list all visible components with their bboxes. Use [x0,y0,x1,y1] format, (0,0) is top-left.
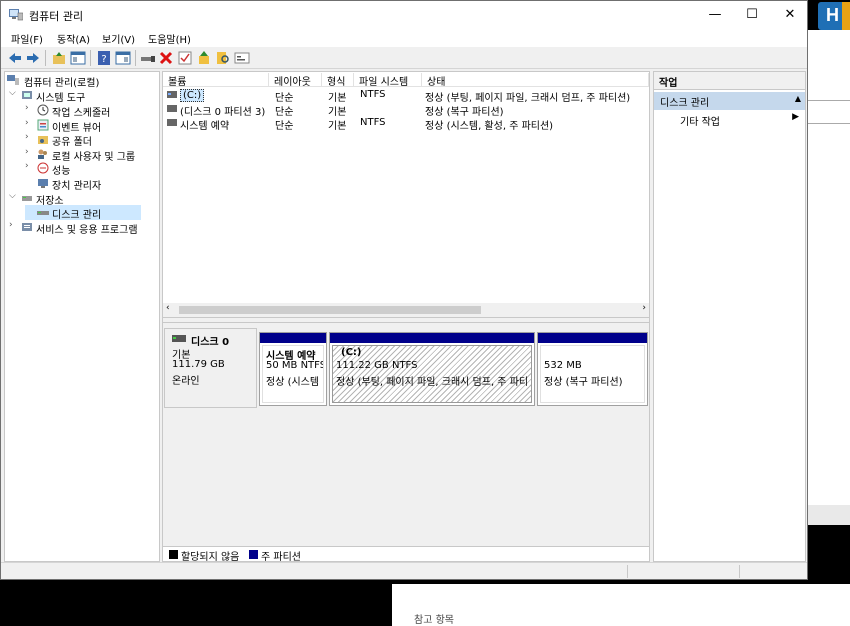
back-icon[interactable] [7,50,23,66]
volume-list-header: 볼륨 레이아웃 형식 파일 시스템 상태 [163,72,649,88]
disk-icon [172,335,186,342]
chevron-down-icon[interactable]: ⌵ [9,191,19,201]
partition-cap [260,333,326,343]
actions-pane: 작업 디스크 관리 ▲ 기타 작업 ▶ [653,71,806,562]
chevron-right-icon[interactable]: › [25,118,35,128]
legend-primary-label: 주 파티션 [261,552,301,563]
column-layout[interactable]: 레이아웃 [269,73,322,88]
window-title: 컴퓨터 관리 [29,10,84,23]
column-volume[interactable]: 볼륨 [163,73,269,88]
menu-help[interactable]: 도움말(H) [148,31,191,46]
partition-cap [538,333,647,343]
users-icon [38,149,47,159]
volume-row[interactable]: 시스템 예약 단순 기본 NTFS 정상 (시스템, 활성, 주 파티션) [163,116,649,132]
partition-cap [330,333,534,343]
actions-header: 작업 [654,72,805,90]
volume-row[interactable]: (디스크 0 파티션 3) 단순 기본 정상 (복구 파티션) [163,102,649,118]
toolbar: ? [1,47,807,69]
background-panel [808,505,850,525]
tools-icon [22,91,32,99]
disk-state: 온라인 [172,376,200,387]
computer-management-icon [7,75,19,85]
disk-label[interactable]: 디스크 0 기본 111.79 GB 온라인 [164,328,257,408]
close-button[interactable]: ✕ [770,1,810,29]
help-icon[interactable]: ? [96,50,112,66]
volume-icon [167,119,177,126]
scroll-right-icon[interactable]: › [642,303,646,313]
computer-management-icon [9,9,23,21]
navigation-tree: 컴퓨터 관리(로컬) ⌵ 시스템 도구 › 작업 스케줄러 › 이벤트 뷰어 ›… [4,71,160,562]
disk-management-pane: 볼륨 레이아웃 형식 파일 시스템 상태 (C:) 단순 기본 NTFS 정상 … [162,71,650,563]
legend-unallocated-swatch [169,550,178,559]
show-tree-icon[interactable] [70,50,86,66]
partition-system-reserved[interactable]: 시스템 예약 50 MB NTFS 정상 (시스템 [259,332,327,406]
background-dark-area [0,580,392,626]
menu-action[interactable]: 동작(A) [57,31,90,46]
horizontal-scrollbar[interactable]: ‹ › [163,303,649,317]
console-icon[interactable] [115,50,131,66]
check-icon[interactable] [177,50,193,66]
event-viewer-icon [37,119,49,131]
disk-size: 111.79 GB [172,359,225,370]
disk-graph-area: 디스크 0 기본 111.79 GB 온라인 시스템 예약 50 MB NTFS… [163,323,649,548]
maximize-button[interactable]: ☐ [732,1,772,29]
chevron-right-icon[interactable]: › [25,147,35,157]
up-folder-icon[interactable] [51,50,67,66]
scrollbar-thumb[interactable] [179,306,481,314]
background-bottom-window [392,584,850,626]
disk-icon [37,211,49,215]
forward-icon[interactable] [25,50,41,66]
device-manager-icon [38,179,48,188]
actions-section-disk-management[interactable]: 디스크 관리 ▲ [654,92,805,110]
legend-primary-swatch [249,550,258,559]
disk-name: 디스크 0 [191,337,230,348]
status-divider [627,565,628,578]
taskbar-app-icon[interactable]: H [818,2,850,30]
storage-icon [22,196,32,201]
chevron-right-icon[interactable]: › [25,103,35,113]
toolbar-separator [135,50,136,66]
column-filesystem[interactable]: 파일 시스템 [354,73,422,88]
menu-bar: 파일(F) 동작(A) 보기(V) 도움말(H) [1,29,807,47]
volume-icon [167,105,177,112]
scroll-left-icon[interactable]: ‹ [166,303,170,313]
connect-icon[interactable] [140,50,156,66]
menu-file[interactable]: 파일(F) [11,31,43,46]
title-bar[interactable]: 컴퓨터 관리 — ☐ ✕ [1,1,807,29]
computer-management-window: 컴퓨터 관리 — ☐ ✕ 파일(F) 동작(A) 보기(V) 도움말(H) ? … [0,0,808,580]
svg-text:?: ? [101,54,106,65]
search-icon[interactable] [215,50,231,66]
chevron-right-icon[interactable]: › [25,132,35,142]
volume-row[interactable]: (C:) 단순 기본 NTFS 정상 (부팅, 페이지 파일, 크래시 덤프, … [163,88,649,104]
legend: 할당되지 않음 주 파티션 [163,546,649,563]
column-type[interactable]: 형식 [322,73,354,88]
volume-icon [167,91,177,98]
partition-recovery[interactable]: 532 MB 정상 (복구 파티션) [537,332,648,406]
column-status[interactable]: 상태 [422,73,649,88]
status-bar [1,562,807,579]
collapse-up-icon[interactable]: ▲ [795,94,801,103]
partition-c-drive[interactable]: (C:) 111.22 GB NTFS 정상 (부팅, 페이지 파일, 크래시 … [329,332,535,406]
background-toolbar-strip [808,100,850,124]
tree-disk-management[interactable]: 디스크 관리 [25,205,141,221]
toolbar-separator [45,50,46,66]
delete-icon[interactable] [158,50,174,66]
background-caption: 참고 항목 [414,615,454,626]
shared-folder-icon [38,136,48,144]
legend-unallocated-label: 할당되지 않음 [181,552,240,563]
toolbar-separator [90,50,91,66]
menu-view[interactable]: 보기(V) [102,31,135,46]
performance-icon [37,162,49,174]
submenu-arrow-icon: ▶ [792,112,799,122]
more-actions[interactable]: 기타 작업 ▶ [654,112,805,128]
chevron-down-icon[interactable]: ⌵ [9,88,19,98]
clock-icon [37,104,49,116]
status-divider [739,565,740,578]
minimize-button[interactable]: — [695,1,735,29]
properties-icon[interactable] [234,50,250,66]
export-icon[interactable] [196,50,212,66]
chevron-right-icon[interactable]: › [25,161,35,171]
chevron-right-icon[interactable]: › [9,220,19,230]
services-icon [22,223,32,231]
